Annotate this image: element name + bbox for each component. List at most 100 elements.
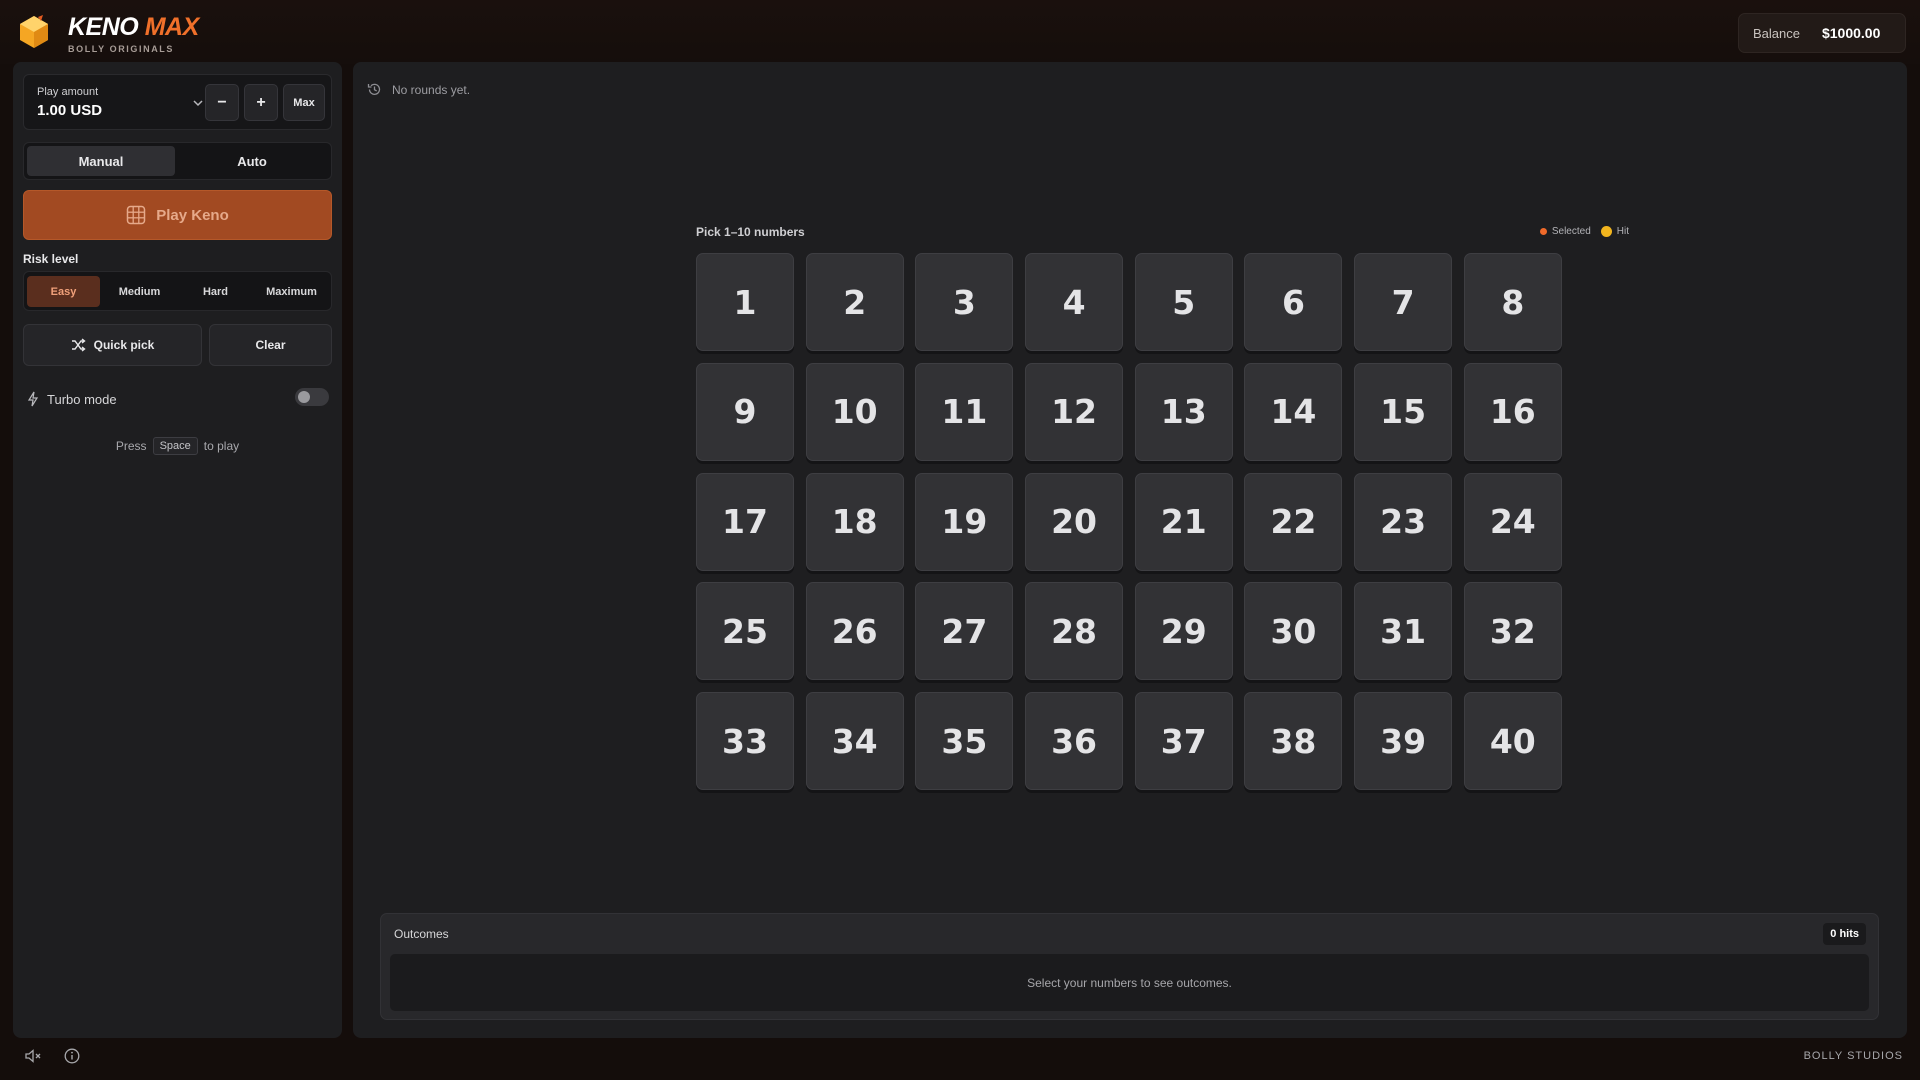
risk-option-hard[interactable]: Hard [179, 276, 252, 307]
legend-selected: Selected [1539, 226, 1591, 237]
keno-number-cell[interactable]: 7 [1354, 253, 1453, 351]
control-sidebar: Play amount 1.00 USD − + Max Manual Auto… [13, 62, 342, 1038]
logo-gem-icon [20, 15, 48, 48]
increase-amount-button[interactable]: + [244, 84, 278, 121]
keno-number-cell[interactable]: 14 [1244, 362, 1343, 461]
quick-pick-button[interactable]: Quick pick [23, 324, 202, 366]
keno-number-cell[interactable]: 12 [1025, 362, 1124, 461]
balance-label: Balance [1753, 25, 1800, 41]
hint-suffix: to play [203, 439, 240, 453]
play-amount-field[interactable]: Play amount 1.00 USD − + Max [23, 74, 332, 130]
turbo-mode-row: Turbo mode [27, 389, 117, 409]
history-icon [367, 83, 381, 95]
keno-number-cell[interactable]: 20 [1025, 472, 1124, 571]
keno-number-cell[interactable]: 37 [1134, 692, 1233, 791]
keno-number-cell[interactable]: 23 [1354, 472, 1453, 571]
history-text: No rounds yet. [392, 82, 471, 97]
risk-level-selector: Easy Medium Hard Maximum [23, 271, 332, 311]
keno-number-cell[interactable]: 39 [1354, 692, 1453, 791]
risk-option-medium[interactable]: Medium [103, 276, 176, 307]
keno-number-cell[interactable]: 32 [1463, 582, 1562, 681]
outcomes-panel: Outcomes 0 hits Select your numbers to s… [380, 913, 1879, 1020]
keno-number-cell[interactable]: 34 [805, 692, 904, 791]
keno-number-cell[interactable]: 9 [696, 362, 794, 461]
keno-number-cell[interactable]: 22 [1244, 472, 1343, 571]
tab-manual[interactable]: Manual [27, 146, 175, 176]
hint-press: Press [115, 439, 147, 453]
keno-number-cell[interactable]: 25 [696, 582, 794, 681]
keno-number-cell[interactable]: 31 [1354, 582, 1453, 681]
balance-panel: Balance $1000.00 [1738, 13, 1906, 53]
keno-number-cell[interactable]: 28 [1025, 582, 1124, 681]
keno-number-cell[interactable]: 30 [1244, 582, 1343, 681]
keno-number-cell[interactable]: 18 [805, 472, 904, 571]
keno-number-cell[interactable]: 40 [1463, 692, 1562, 791]
keno-number-cell[interactable]: 4 [1025, 253, 1124, 351]
keno-number-cell[interactable]: 10 [805, 362, 904, 461]
logo-title: KENO MAX [68, 14, 199, 40]
logo-word-keno: KENO [68, 13, 139, 41]
keno-number-cell[interactable]: 21 [1134, 472, 1233, 571]
chevron-down-icon[interactable] [192, 97, 204, 109]
keyboard-hint: Press Space to play [13, 437, 342, 455]
tab-auto[interactable]: Auto [178, 146, 326, 176]
legend-hit: Hit [1600, 226, 1629, 237]
play-amount-value[interactable]: 1.00 USD [37, 102, 102, 119]
mute-icon[interactable] [24, 1047, 42, 1065]
risk-option-maximum[interactable]: Maximum [255, 276, 328, 307]
keno-number-cell[interactable]: 11 [915, 362, 1014, 461]
quick-pick-label: Quick pick [93, 338, 155, 352]
studio-brand: BOLLY STUDIOS [1803, 1050, 1903, 1062]
max-amount-button[interactable]: Max [283, 84, 325, 121]
risk-level-label: Risk level [23, 252, 79, 266]
toggle-knob [298, 391, 310, 403]
keno-number-cell[interactable]: 16 [1463, 362, 1562, 461]
mode-tabs: Manual Auto [23, 142, 332, 180]
keno-number-cell[interactable]: 8 [1463, 253, 1562, 351]
keno-number-cell[interactable]: 13 [1134, 362, 1233, 461]
info-icon[interactable] [63, 1047, 81, 1065]
keno-number-cell[interactable]: 33 [696, 692, 794, 791]
turbo-mode-toggle[interactable] [295, 388, 329, 406]
keno-number-cell[interactable]: 17 [696, 472, 794, 571]
keno-number-cell[interactable]: 1 [696, 253, 794, 351]
keno-number-cell[interactable]: 29 [1134, 582, 1233, 681]
legend-hit-label: Hit [1616, 226, 1629, 237]
hits-badge: 0 hits [1823, 923, 1866, 945]
keno-number-cell[interactable]: 24 [1463, 472, 1562, 571]
keno-number-cell[interactable]: 26 [805, 582, 904, 681]
space-key: Space [152, 437, 198, 455]
round-history: No rounds yet. [367, 82, 470, 97]
turbo-mode-label: Turbo mode [47, 391, 117, 407]
keno-number-cell[interactable]: 5 [1134, 253, 1233, 351]
lightning-icon [27, 391, 39, 407]
balance-value: $1000.00 [1821, 25, 1881, 41]
logo-subtitle: BOLLY ORIGINALS [68, 44, 175, 54]
selected-dot-icon [1539, 228, 1547, 235]
decrease-amount-button[interactable]: − [205, 84, 239, 121]
legend: Selected Hit [1539, 226, 1629, 237]
header: KENO MAX BOLLY ORIGINALS Balance $1000.0… [0, 0, 1920, 64]
keno-number-cell[interactable]: 3 [915, 253, 1014, 351]
keno-number-cell[interactable]: 6 [1244, 253, 1343, 351]
pick-instruction: Pick 1–10 numbers [696, 225, 805, 239]
legend-selected-label: Selected [1551, 226, 1591, 237]
keno-number-cell[interactable]: 19 [915, 472, 1014, 571]
keno-number-cell[interactable]: 2 [805, 253, 904, 351]
keno-number-grid: 1 2 3 4 5 6 7 8 9 10 11 12 13 14 15 16 17 18 19 20 21 22 23 24 2… [696, 253, 1564, 791]
game-board-area: No rounds yet. Pick 1–10 numbers Selecte… [353, 62, 1907, 1038]
outcomes-title: Outcomes [394, 927, 449, 941]
play-amount-label: Play amount [37, 86, 99, 98]
keno-number-cell[interactable]: 35 [915, 692, 1014, 791]
play-keno-button[interactable]: Play Keno [23, 190, 332, 240]
logo-word-max: MAX [144, 13, 200, 41]
keno-number-cell[interactable]: 15 [1354, 362, 1453, 461]
outcomes-empty-message: Select your numbers to see outcomes. [390, 954, 1869, 1011]
risk-option-easy[interactable]: Easy [27, 276, 100, 307]
keno-number-cell[interactable]: 38 [1244, 692, 1343, 791]
hit-dot-icon [1600, 226, 1612, 237]
play-keno-label: Play Keno [156, 206, 229, 224]
clear-button[interactable]: Clear [209, 324, 332, 366]
keno-number-cell[interactable]: 36 [1025, 692, 1124, 791]
keno-number-cell[interactable]: 27 [915, 582, 1014, 681]
